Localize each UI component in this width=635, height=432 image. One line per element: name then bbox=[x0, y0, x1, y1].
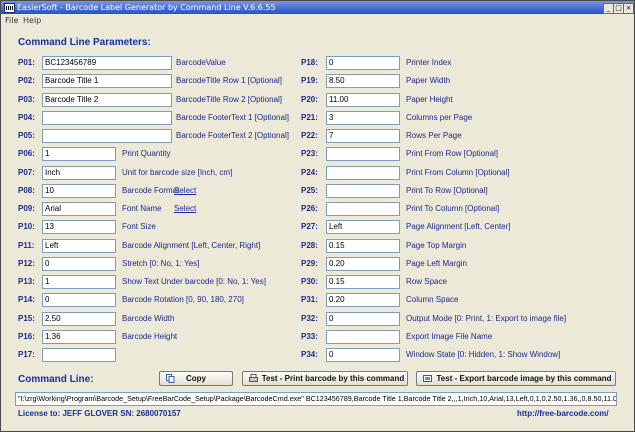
command-line-heading: Command Line: bbox=[18, 374, 94, 385]
param-label-p06: Print Quantity bbox=[122, 149, 171, 158]
param-label-p16: Barcode Height bbox=[122, 332, 178, 341]
copy-button-label: Copy bbox=[186, 374, 206, 383]
command-line-field[interactable]: "I:\zrg\Working\Program\Barcode_Setup\Fr… bbox=[15, 392, 617, 406]
param-value-p29[interactable]: 0.20 bbox=[326, 257, 400, 271]
param-label-p14: Barcode Rotation [0, 90, 180, 270] bbox=[122, 295, 244, 304]
param-value-p10[interactable]: 13 bbox=[42, 220, 116, 234]
select-link-p08[interactable]: Select bbox=[174, 184, 196, 198]
param-value-p05[interactable] bbox=[42, 129, 172, 143]
param-value-p30[interactable]: 0.15 bbox=[326, 275, 400, 289]
menu-bar: File Help bbox=[1, 15, 634, 27]
param-label-p18: Printer Index bbox=[406, 58, 452, 67]
param-label-p20: Paper Height bbox=[406, 95, 453, 104]
params-heading: Command Line Parameters: bbox=[18, 37, 151, 48]
param-value-p22[interactable]: 7 bbox=[326, 129, 400, 143]
param-value-p19[interactable]: 8.50 bbox=[326, 74, 400, 88]
license-info: License to: JEFF GLOVER SN: 2680070157 bbox=[18, 409, 181, 418]
printer-icon bbox=[249, 374, 258, 382]
window-title: EasierSoft - Barcode Label Generator by … bbox=[17, 3, 276, 12]
test-print-label: Test - Print barcode by this command bbox=[261, 374, 405, 383]
param-value-p18[interactable]: 0 bbox=[326, 56, 400, 70]
test-print-button[interactable]: Test - Print barcode by this command bbox=[242, 371, 408, 386]
param-label-p03: BarcodeTitle Row 2 [Optional] bbox=[176, 95, 282, 104]
param-value-p23[interactable] bbox=[326, 147, 400, 161]
select-link-p09[interactable]: Select bbox=[174, 202, 196, 216]
app-barcode-icon bbox=[4, 3, 15, 13]
param-value-p34[interactable]: 0 bbox=[326, 348, 400, 362]
test-export-label: Test - Export barcode image by this comm… bbox=[436, 374, 612, 383]
copy-button[interactable]: Copy bbox=[159, 371, 233, 386]
param-label-p11: Barcode Alignment [Left, Center, Right] bbox=[122, 241, 261, 250]
param-value-p04[interactable] bbox=[42, 111, 172, 125]
param-value-p27[interactable]: Left bbox=[326, 220, 400, 234]
param-value-p13[interactable]: 1 bbox=[42, 275, 116, 289]
param-label-p12: Stretch [0: No, 1: Yes] bbox=[122, 259, 200, 268]
param-value-p15[interactable]: 2.50 bbox=[42, 312, 116, 326]
param-value-p06[interactable]: 1 bbox=[42, 147, 116, 161]
param-label-p34: Window State [0: Hidden, 1: Show Window] bbox=[406, 350, 561, 359]
param-value-p28[interactable]: 0.15 bbox=[326, 239, 400, 253]
param-label-p31: Column Space bbox=[406, 295, 459, 304]
param-value-p14[interactable]: 0 bbox=[42, 293, 116, 307]
param-label-p05: Barcode FooterText 2 [Optional] bbox=[176, 131, 289, 140]
test-export-button[interactable]: Test - Export barcode image by this comm… bbox=[416, 371, 616, 386]
param-label-p28: Page Top Margin bbox=[406, 241, 467, 250]
param-label-p29: Page Left Margin bbox=[406, 259, 467, 268]
param-value-p21[interactable]: 3 bbox=[326, 111, 400, 125]
menu-help[interactable]: Help bbox=[23, 16, 41, 26]
param-label-p25: Print To Row [Optional] bbox=[406, 186, 488, 195]
param-value-p03[interactable]: Barcode Title 2 bbox=[42, 93, 172, 107]
param-value-p25[interactable] bbox=[326, 184, 400, 198]
menu-file[interactable]: File bbox=[5, 16, 18, 26]
param-label-p23: Print From Row [Optional] bbox=[406, 149, 499, 158]
param-value-p17[interactable] bbox=[42, 348, 116, 362]
param-label-p24: Print From Column [Optional] bbox=[406, 168, 510, 177]
param-label-p10: Font Size bbox=[122, 222, 156, 231]
param-label-p26: Print To Column [Optional] bbox=[406, 204, 500, 213]
param-label-p27: Page Alignment [Left, Center] bbox=[406, 222, 511, 231]
param-label-p02: BarcodeTitle Row 1 [Optional] bbox=[176, 76, 282, 85]
param-value-p08[interactable]: 10 bbox=[42, 184, 116, 198]
param-value-p24[interactable] bbox=[326, 166, 400, 180]
param-label-p15: Barcode Width bbox=[122, 314, 175, 323]
param-value-p07[interactable]: Inch bbox=[42, 166, 116, 180]
param-label-p19: Paper Width bbox=[406, 76, 451, 85]
param-value-p31[interactable]: 0.20 bbox=[326, 293, 400, 307]
param-value-p11[interactable]: Left bbox=[42, 239, 116, 253]
close-button[interactable]: × bbox=[623, 3, 634, 14]
param-value-p12[interactable]: 0 bbox=[42, 257, 116, 271]
param-label-p32: Output Mode [0: Print, 1: Export to imag… bbox=[406, 314, 567, 323]
param-label-p30: Row Space bbox=[406, 277, 447, 286]
app-window: EasierSoft - Barcode Label Generator by … bbox=[0, 0, 635, 432]
param-value-p33[interactable] bbox=[326, 330, 400, 344]
param-value-p16[interactable]: 1.36 bbox=[42, 330, 116, 344]
param-label-p22: Rows Per Page bbox=[406, 131, 462, 140]
param-value-p32[interactable]: 0 bbox=[326, 312, 400, 326]
param-label-p09: Font Name bbox=[122, 204, 162, 213]
website-link[interactable]: http://free-barcode.com/ bbox=[517, 409, 609, 418]
param-value-p02[interactable]: Barcode Title 1 bbox=[42, 74, 172, 88]
param-label-p07: Unit for barcode size [Inch, cm] bbox=[122, 168, 233, 177]
image-export-icon bbox=[423, 375, 432, 382]
title-bar[interactable]: EasierSoft - Barcode Label Generator by … bbox=[1, 1, 634, 14]
param-label-p21: Columns per Page bbox=[406, 113, 473, 122]
param-value-p20[interactable]: 11.00 bbox=[326, 93, 400, 107]
param-label-p01: BarcodeValue bbox=[176, 58, 226, 67]
param-value-p26[interactable] bbox=[326, 202, 400, 216]
param-label-p33: Export Image File Name bbox=[406, 332, 493, 341]
param-value-p09[interactable]: Arial bbox=[42, 202, 116, 216]
param-value-p01[interactable]: BC123456789 bbox=[42, 56, 172, 70]
param-label-p08: Barcode Format bbox=[122, 186, 180, 195]
param-label-p04: Barcode FooterText 1 [Optional] bbox=[176, 113, 289, 122]
param-label-p13: Show Text Under barcode [0: No, 1: Yes] bbox=[122, 277, 266, 286]
